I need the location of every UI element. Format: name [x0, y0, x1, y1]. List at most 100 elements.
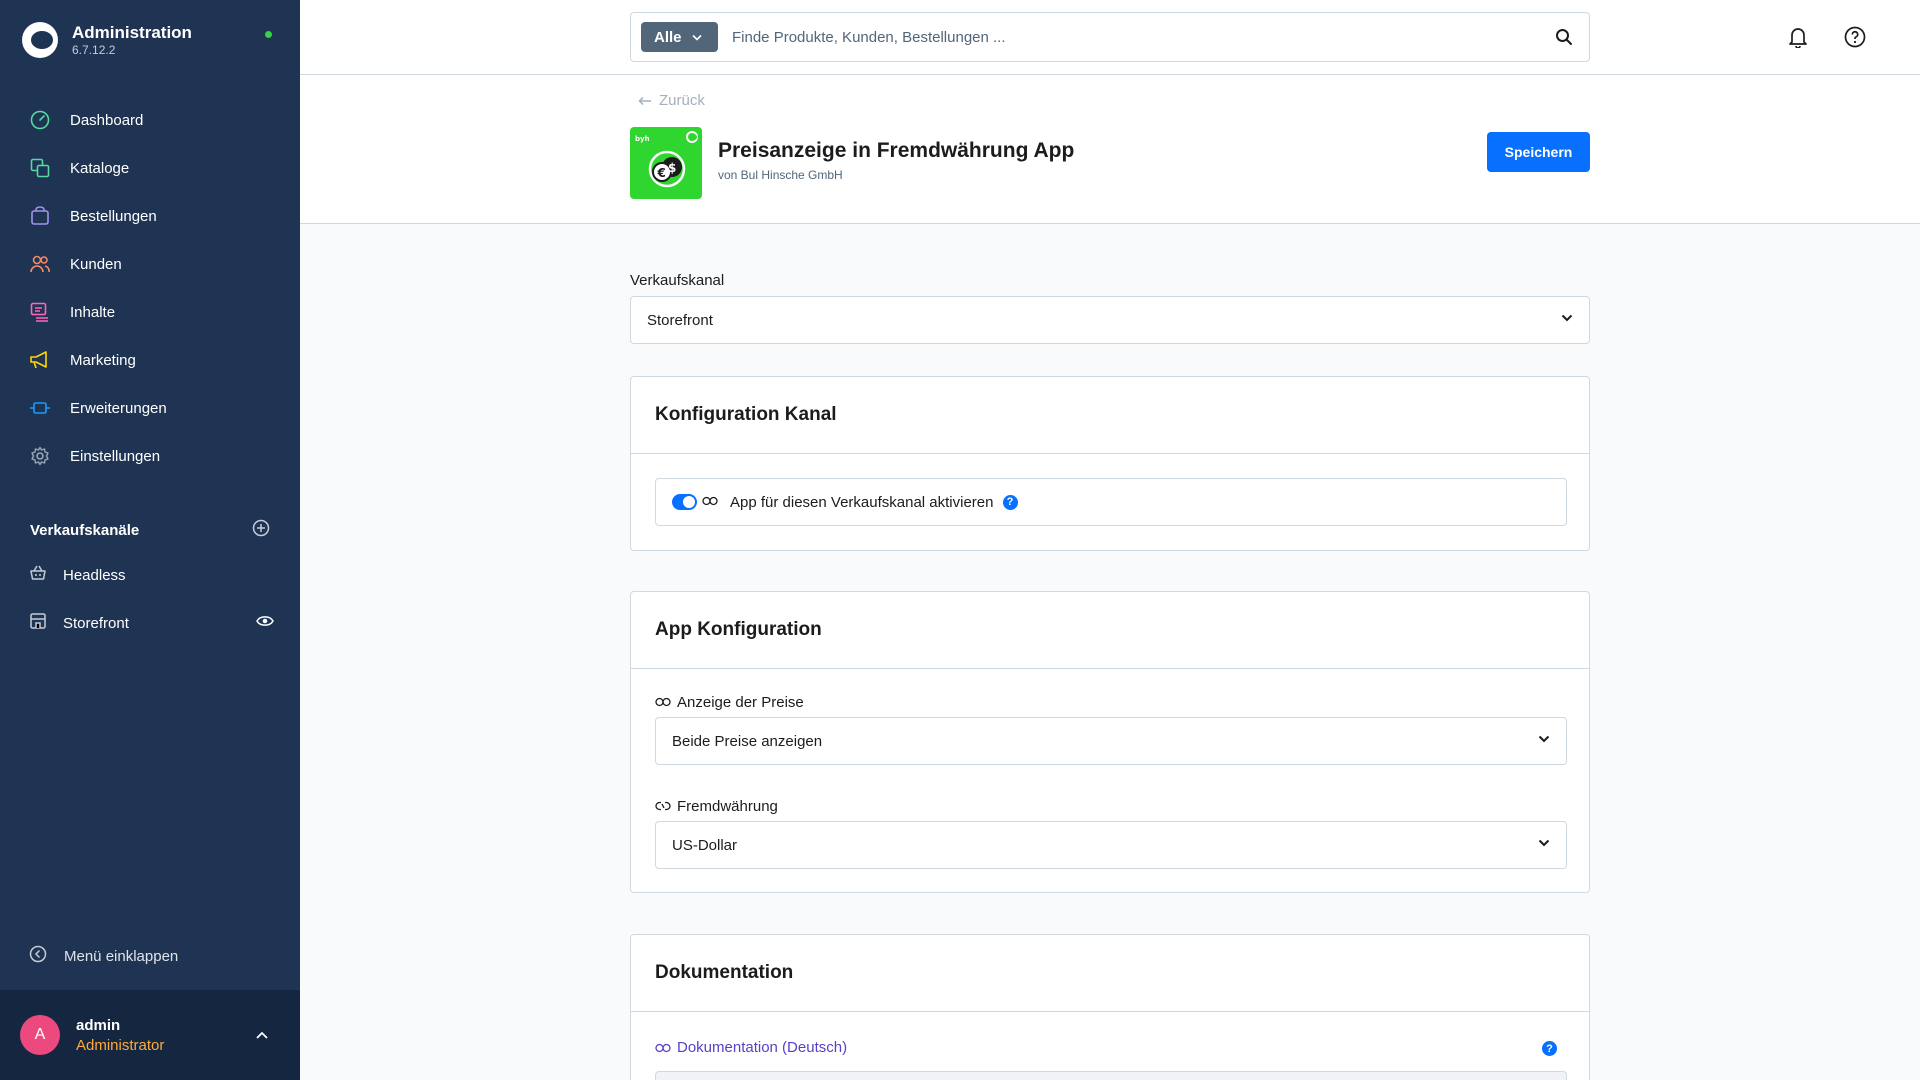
- price-display-label: Anzeige der Preise: [677, 694, 804, 711]
- sales-channel-value: Storefront: [647, 311, 713, 329]
- chevron-up-icon[interactable]: [256, 1026, 268, 1044]
- chevron-left-circle-icon: [29, 945, 47, 968]
- add-sales-channel-icon[interactable]: [252, 519, 270, 542]
- help-tooltip-icon[interactable]: ?: [1002, 494, 1018, 510]
- documentation-link-label: Dokumentation (Deutsch): [677, 1039, 848, 1056]
- avatar: A: [20, 1015, 60, 1055]
- page-header: Zurück byh € $ Preisanzeige in Fremdwähr…: [300, 75, 1920, 224]
- nav-item-content[interactable]: Inhalte: [0, 288, 300, 336]
- nav-label: Marketing: [70, 351, 136, 369]
- save-button[interactable]: Speichern: [1487, 132, 1590, 172]
- nav-item-extensions[interactable]: Erweiterungen: [0, 384, 300, 432]
- card-title: App Konfiguration: [631, 592, 1589, 669]
- chevron-down-icon: [1561, 314, 1573, 322]
- eye-icon[interactable]: [256, 614, 274, 633]
- nav-item-customers[interactable]: Kunden: [0, 240, 300, 288]
- user-role: Administrator: [76, 1036, 165, 1054]
- sales-channel-label: Headless: [63, 566, 126, 584]
- extensions-icon: [29, 397, 51, 419]
- currency-label: Fremdwährung: [677, 798, 778, 815]
- sales-channels-title: Verkaufskanäle: [30, 522, 140, 539]
- collapse-menu-button[interactable]: Menü einklappen: [29, 945, 178, 968]
- currency-select[interactable]: US-Dollar: [655, 821, 1567, 869]
- nav-label: Kunden: [70, 255, 122, 273]
- price-display-value: Beide Preise anzeigen: [672, 732, 823, 750]
- app-config-card: App Konfiguration Anzeige der Preise Bei…: [630, 591, 1590, 893]
- topbar: Alle: [300, 0, 1920, 75]
- back-label: Zurück: [659, 92, 705, 109]
- nav-label: Erweiterungen: [70, 399, 167, 417]
- nav-label: Bestellungen: [70, 207, 157, 225]
- channel-config-card: Konfiguration Kanal App für diesen Verka…: [630, 376, 1590, 551]
- sales-channel-headless[interactable]: Headless: [29, 563, 274, 587]
- chevron-down-icon: [1538, 839, 1550, 847]
- documentation-link[interactable]: Dokumentation (Deutsch): [655, 1039, 847, 1056]
- nav-item-orders[interactable]: Bestellungen: [0, 192, 300, 240]
- online-status-dot: [265, 31, 272, 38]
- orders-icon: [29, 205, 51, 227]
- search-icon[interactable]: [1555, 28, 1573, 51]
- svg-text:€: €: [657, 166, 666, 180]
- help-tooltip-icon[interactable]: ?: [1542, 1041, 1557, 1056]
- brand-version: 6.7.12.2: [72, 43, 116, 57]
- catalog-icon: [29, 157, 51, 179]
- price-display-select[interactable]: Beide Preise anzeigen: [655, 717, 1567, 765]
- search-type-dropdown[interactable]: Alle: [641, 22, 718, 52]
- user-name: admin: [76, 1016, 121, 1034]
- svg-text:byh: byh: [635, 135, 650, 143]
- link-broken-inherit-icon[interactable]: [655, 798, 671, 815]
- nav-item-marketing[interactable]: Marketing: [0, 336, 300, 384]
- currency-value: US-Dollar: [672, 836, 738, 854]
- customers-icon: [29, 253, 51, 275]
- link-inherit-icon[interactable]: [702, 493, 718, 511]
- nav-item-catalog[interactable]: Kataloge: [0, 144, 300, 192]
- nav-label: Einstellungen: [70, 447, 161, 465]
- basket-icon: [29, 564, 47, 587]
- app-icon: byh € $: [630, 127, 702, 199]
- currency-label-row: Fremdwährung: [655, 798, 778, 815]
- shopware-logo-icon: [22, 22, 58, 58]
- app-vendor: von Bul Hinsche GmbH: [718, 168, 843, 182]
- main-nav: Dashboard Kataloge Bestellungen Kunden I…: [0, 96, 300, 480]
- documentation-field[interactable]: [655, 1071, 1567, 1080]
- search-input[interactable]: [732, 28, 1512, 46]
- chevron-down-icon: [691, 34, 702, 41]
- sales-channels-header: Verkaufskanäle: [30, 519, 270, 542]
- back-link[interactable]: Zurück: [638, 92, 705, 109]
- chevron-down-icon: [1538, 735, 1550, 743]
- brand[interactable]: Administration 6.7.12.2: [22, 22, 192, 58]
- page-title: Preisanzeige in Fremdwährung App: [718, 139, 1075, 162]
- user-menu[interactable]: A admin Administrator: [0, 990, 300, 1080]
- sidebar: Administration 6.7.12.2 Dashboard Katalo…: [0, 0, 300, 1080]
- activate-app-switch[interactable]: [672, 494, 697, 510]
- sales-channel-storefront[interactable]: Storefront: [29, 611, 274, 635]
- price-display-label-row: Anzeige der Preise: [655, 694, 804, 711]
- storefront-icon: [29, 612, 47, 635]
- global-search: Alle: [630, 12, 1590, 62]
- link-inherit-icon[interactable]: [655, 694, 671, 711]
- activate-app-label: App für diesen Verkaufskanal aktivieren: [730, 493, 994, 511]
- sales-channel-label: Verkaufskanal: [630, 272, 725, 289]
- marketing-icon: [29, 349, 51, 371]
- nav-item-dashboard[interactable]: Dashboard: [0, 96, 300, 144]
- card-title: Konfiguration Kanal: [631, 377, 1589, 454]
- sales-channel-select[interactable]: Storefront: [630, 296, 1590, 344]
- nav-item-settings[interactable]: Einstellungen: [0, 432, 300, 480]
- search-type-label: Alle: [654, 28, 682, 46]
- nav-label: Kataloge: [70, 159, 130, 177]
- nav-label: Dashboard: [70, 111, 144, 129]
- nav-label: Inhalte: [70, 303, 116, 321]
- brand-title: Administration: [72, 23, 192, 42]
- help-icon[interactable]: [1844, 26, 1866, 53]
- notifications-bell-icon[interactable]: [1788, 26, 1808, 53]
- dashboard-icon: [29, 109, 51, 131]
- documentation-card: Dokumentation Dokumentation (Deutsch) ?: [630, 934, 1590, 1080]
- sales-channel-label: Storefront: [63, 614, 129, 632]
- settings-icon: [29, 445, 51, 467]
- activate-app-toggle-row: App für diesen Verkaufskanal aktivieren …: [655, 478, 1567, 526]
- card-title: Dokumentation: [631, 935, 1589, 1012]
- collapse-menu-label: Menü einklappen: [64, 948, 179, 965]
- svg-text:$: $: [668, 161, 676, 175]
- link-icon: [655, 1043, 671, 1052]
- content-icon: [29, 301, 51, 323]
